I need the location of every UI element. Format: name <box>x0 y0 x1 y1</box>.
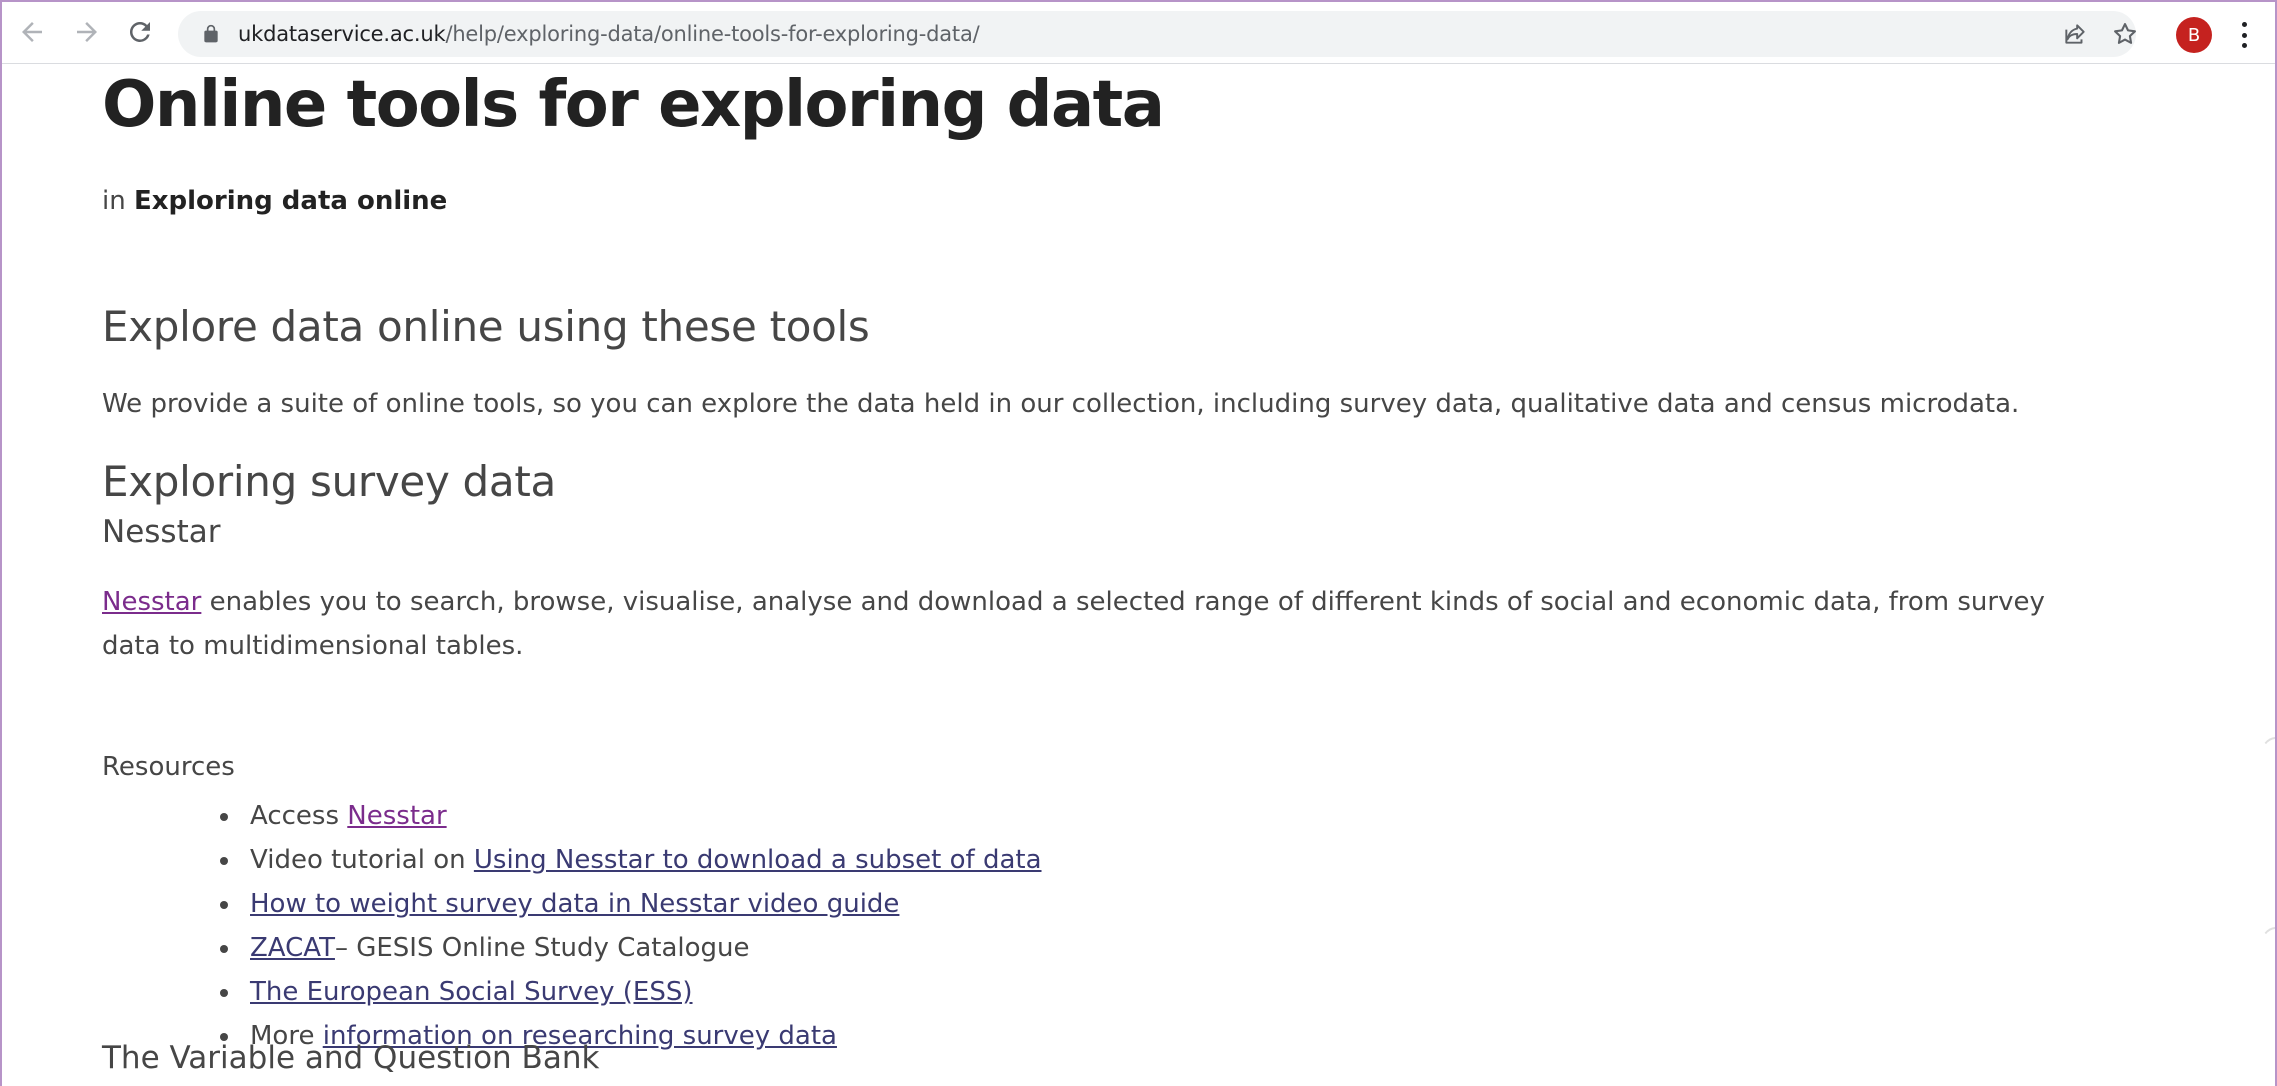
resource-suffix: – GESIS Online Study Catalogue <box>334 933 750 963</box>
section-breadcrumb: in Exploring data online <box>102 186 447 216</box>
resources-list: Access Nesstar Video tutorial on Using N… <box>220 794 1042 1058</box>
resource-link-weight-guide[interactable]: How to weight survey data in Nesstar vid… <box>250 889 899 919</box>
arrow-left-icon <box>22 22 42 42</box>
resource-item-zacat: ZACAT– GESIS Online Study Catalogue <box>220 926 1042 970</box>
nesstar-description: Nesstar enables you to search, browse, v… <box>102 580 2082 668</box>
forward-button[interactable] <box>67 12 107 52</box>
resource-item-access-nesstar: Access Nesstar <box>220 794 1042 838</box>
variable-question-bank-heading: The Variable and Question Bank <box>102 1040 600 1076</box>
intro-paragraph: We provide a suite of online tools, so y… <box>102 389 2020 419</box>
bookmark-star-icon[interactable] <box>2110 19 2140 49</box>
resources-label: Resources <box>102 752 235 782</box>
decorative-arc <box>2259 737 2275 781</box>
nesstar-heading: Nesstar <box>102 514 221 550</box>
resource-link-ess[interactable]: The European Social Survey (ESS) <box>250 977 693 1007</box>
browser-toolbar: ukdataservice.ac.uk/help/exploring-data/… <box>2 2 2275 64</box>
resource-link-zacat[interactable]: ZACAT <box>250 933 335 963</box>
url-host: ukdataservice.ac.uk <box>238 22 446 46</box>
page-title: Online tools for exploring data <box>102 68 1165 142</box>
url-text[interactable]: ukdataservice.ac.uk/help/exploring-data/… <box>238 22 980 46</box>
explore-heading: Explore data online using these tools <box>102 302 870 351</box>
profile-avatar[interactable]: B <box>2176 17 2212 53</box>
resource-item-ess: The European Social Survey (ESS) <box>220 970 1042 1014</box>
back-button[interactable] <box>12 12 52 52</box>
url-path: /help/exploring-data/online-tools-for-ex… <box>445 22 980 46</box>
profile-initial: B <box>2187 24 2201 46</box>
browser-window: ukdataservice.ac.uk/help/exploring-data/… <box>0 0 2277 1086</box>
resource-link-nesstar[interactable]: Nesstar <box>347 801 446 831</box>
resource-item-weight-guide: How to weight survey data in Nesstar vid… <box>220 882 1042 926</box>
decorative-arc <box>2259 927 2275 971</box>
resource-prefix: Access <box>250 801 348 831</box>
breadcrumb-prefix: in <box>102 186 126 216</box>
resource-item-video-tutorial: Video tutorial on Using Nesstar to downl… <box>220 838 1042 882</box>
reload-button[interactable] <box>120 12 160 52</box>
resource-link-nesstar-subset[interactable]: Using Nesstar to download a subset of da… <box>474 845 1042 875</box>
browser-menu-icon[interactable] <box>2234 18 2254 52</box>
resource-prefix: Video tutorial on <box>250 845 474 875</box>
arrow-right-icon <box>77 22 97 42</box>
nesstar-description-text: enables you to search, browse, visualise… <box>102 587 2045 661</box>
survey-heading: Exploring survey data <box>102 457 556 506</box>
share-icon[interactable] <box>2060 19 2090 49</box>
lock-icon[interactable] <box>200 23 222 45</box>
address-bar[interactable]: ukdataservice.ac.uk/help/exploring-data/… <box>178 11 2136 57</box>
breadcrumb-section[interactable]: Exploring data online <box>134 186 447 216</box>
nesstar-link[interactable]: Nesstar <box>102 587 201 617</box>
reload-icon <box>129 21 150 42</box>
